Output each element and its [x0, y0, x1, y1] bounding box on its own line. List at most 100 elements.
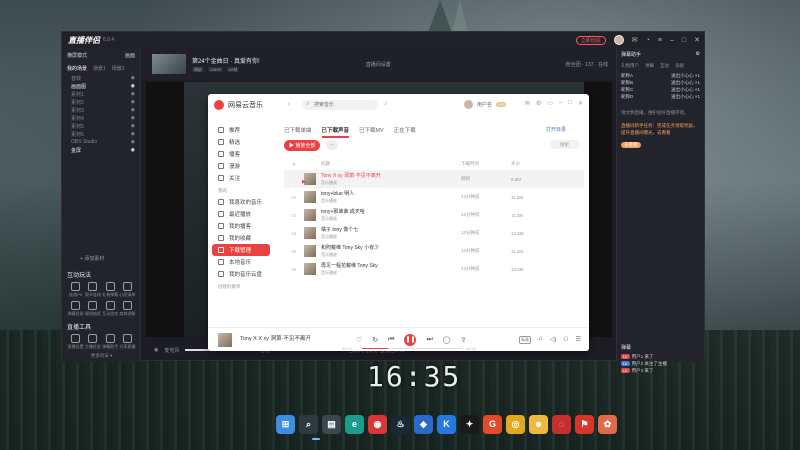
scene-mode[interactable]: 横屏模式 — [67, 52, 87, 59]
source-item[interactable]: 素材5 ◉ — [67, 122, 135, 130]
sidebar-item-recent[interactable]: 最近播放 — [208, 208, 274, 220]
table-row[interactable]: ▶ Tony X xy 洞箫·不见不离开 音乐播放 刚刚 6.8M — [284, 170, 584, 188]
user-name[interactable]: 用户名 — [477, 101, 492, 108]
gear-icon[interactable]: ⚙ — [696, 51, 700, 58]
live-cover-thumbnail[interactable] — [152, 54, 186, 74]
interact-item[interactable]: 心愿清单 — [119, 282, 136, 298]
friends-icon[interactable]: ⚇ — [563, 336, 568, 344]
tab-downloaded-sounds[interactable]: 已下载声音 — [321, 126, 350, 138]
playlist-icon[interactable]: ☰ — [576, 336, 581, 344]
store-icon[interactable]: ◆ — [414, 414, 433, 434]
netease-music-icon[interactable]: ◉ — [368, 414, 387, 434]
maximize-icon[interactable]: □ — [682, 37, 686, 44]
table-row[interactable]: 04 橘子 tony 像个七 音乐播放 12分钟前 12.8M — [284, 224, 584, 242]
more-options-button[interactable]: ··· — [326, 140, 339, 150]
source-item[interactable]: 画面图 ◉ — [67, 82, 135, 90]
g-app-icon[interactable]: G — [483, 414, 502, 434]
song-artist[interactable]: 音乐播放 — [321, 270, 461, 276]
song-artist[interactable]: 音乐播放 — [321, 234, 461, 240]
tab-gift-users[interactable]: 礼物用户 — [621, 63, 639, 69]
sidebar-item-featured[interactable]: 精选 — [208, 136, 274, 148]
col-title[interactable]: 标题 — [321, 161, 461, 167]
interact-item[interactable]: 连线PK — [67, 282, 84, 298]
like-icon[interactable]: ♡ — [356, 336, 362, 344]
settings-icon[interactable]: ⚙ — [536, 100, 541, 107]
search-icon[interactable]: ⌕ — [299, 414, 318, 434]
back-icon[interactable]: ‹ — [288, 101, 290, 108]
interact-item[interactable]: 福袋抽奖 — [84, 301, 101, 317]
interact-item[interactable]: 观众连线 — [84, 282, 101, 298]
sidebar-item-my-podcast[interactable]: 我的播客 — [208, 220, 274, 232]
add-source-button[interactable]: + 添加素材 — [80, 255, 104, 262]
maximize-icon[interactable]: □ — [568, 100, 572, 107]
tab-downloading[interactable]: 正在下载 — [394, 126, 416, 134]
sidebar-item-roam[interactable]: 漫游 — [208, 160, 274, 172]
create-button[interactable]: 立即创造 — [575, 35, 606, 45]
tool-item[interactable]: 弹幕助手 — [102, 334, 119, 350]
chrome-icon[interactable]: ◎ — [506, 414, 525, 434]
open-folder-link[interactable]: 打开目录 — [546, 126, 566, 133]
mail-icon[interactable]: ✉ — [525, 100, 530, 107]
sidebar-item-collection[interactable]: 我的收藏 — [208, 232, 274, 244]
play-all-button[interactable]: ▶ 播放全部 — [284, 139, 321, 151]
effect-icon[interactable]: ♫ — [538, 336, 543, 344]
sidebar-item-recommend[interactable]: 推荐 — [208, 124, 274, 136]
anime-app-icon[interactable]: ✿ — [598, 414, 617, 434]
live-settings-link[interactable]: 直播间设置 — [366, 61, 391, 68]
interact-item[interactable]: 弹幕投屏 — [67, 301, 84, 317]
tab-danmu[interactable]: 弹幕 — [645, 63, 654, 69]
table-row[interactable]: 06 再见一程花戴维 Tony Sky 音乐播放 12分钟前 13.0M — [284, 260, 584, 278]
source-item[interactable]: 素材1 ◉ — [67, 90, 135, 98]
tab-interact[interactable]: 互动 — [660, 63, 669, 69]
progress-bar[interactable] — [362, 348, 462, 349]
avatar[interactable] — [613, 35, 624, 45]
minimize-icon[interactable]: – — [559, 100, 562, 107]
tab-scene-1[interactable]: 场景1 — [93, 65, 106, 72]
message-icon[interactable]: ✉ — [632, 36, 638, 44]
steam-icon[interactable]: ♨ — [391, 414, 410, 434]
filter-input[interactable]: 搜索 — [550, 140, 580, 149]
source-item[interactable]: 素材2 ◉ — [67, 98, 135, 106]
sidebar-item-follow[interactable]: 关注 — [208, 172, 274, 184]
avatar[interactable] — [464, 100, 473, 109]
source-item[interactable]: OBS Studio ◉ — [67, 138, 135, 146]
pause-button[interactable]: ❚❚ — [404, 334, 417, 346]
game-icon[interactable]: ⚑ — [575, 414, 594, 434]
netease-cloud-icon[interactable]: ◌ — [552, 414, 571, 434]
source-item[interactable]: 素材3 ◉ — [67, 106, 135, 114]
qq-icon[interactable]: ✦ — [460, 414, 479, 434]
table-row[interactable]: 02 tony+blue 明人 音乐播放 12分钟前 11.6M — [284, 188, 584, 206]
song-artist[interactable]: 音乐播放 — [321, 216, 461, 222]
previous-icon[interactable]: ⏮ — [388, 336, 394, 344]
tab-my-scene[interactable]: 我的场景 — [67, 65, 87, 72]
tool-item[interactable]: 直播设置 — [67, 334, 84, 350]
now-playing-info[interactable]: Tony X X xy 洞箫·不见不离开 — [240, 334, 311, 342]
close-icon[interactable]: ✕ — [694, 36, 700, 44]
go-see-button[interactable]: 去看看 — [621, 142, 641, 148]
bell-icon[interactable]: ◔ — [646, 37, 650, 44]
menu-icon[interactable]: ≡ — [658, 37, 662, 44]
tool-item[interactable]: 分享直播 — [119, 334, 136, 350]
now-playing-cover[interactable] — [218, 333, 232, 347]
pet-app-icon[interactable]: ☻ — [529, 414, 548, 434]
volume-icon[interactable]: ◁) — [550, 336, 557, 344]
more-tools-button[interactable]: 更多玩法 ▾ — [62, 353, 141, 359]
source-item[interactable]: 音效 ◉ — [67, 74, 135, 82]
minimize-icon[interactable]: – — [670, 37, 674, 44]
sidebar-item-podcast[interactable]: 播客 — [208, 148, 274, 160]
source-item[interactable]: 素材4 ◉ — [67, 114, 135, 122]
tab-downloaded-mv[interactable]: 已下载MV — [359, 126, 384, 134]
interact-item[interactable]: 互动游戏 — [102, 301, 119, 317]
sidebar-item-cloud[interactable]: 我的音乐云盘 — [208, 268, 274, 280]
edge-icon[interactable]: e — [345, 414, 364, 434]
share-icon[interactable]: ⇪ — [461, 336, 467, 344]
tab-contribute[interactable]: 贡献 — [675, 63, 684, 69]
tool-item[interactable]: 主播任务 — [84, 334, 101, 350]
next-icon[interactable]: ⏭ — [426, 336, 432, 344]
scene-menu[interactable]: 画面 — [125, 52, 135, 59]
sidebar-item-local[interactable]: 本地音乐 — [208, 256, 274, 268]
close-icon[interactable]: ✕ — [578, 100, 583, 107]
search-input[interactable] — [302, 100, 378, 110]
mic-icon[interactable]: ◉ — [154, 347, 158, 353]
interact-item[interactable]: 商城讲解 — [119, 301, 136, 317]
